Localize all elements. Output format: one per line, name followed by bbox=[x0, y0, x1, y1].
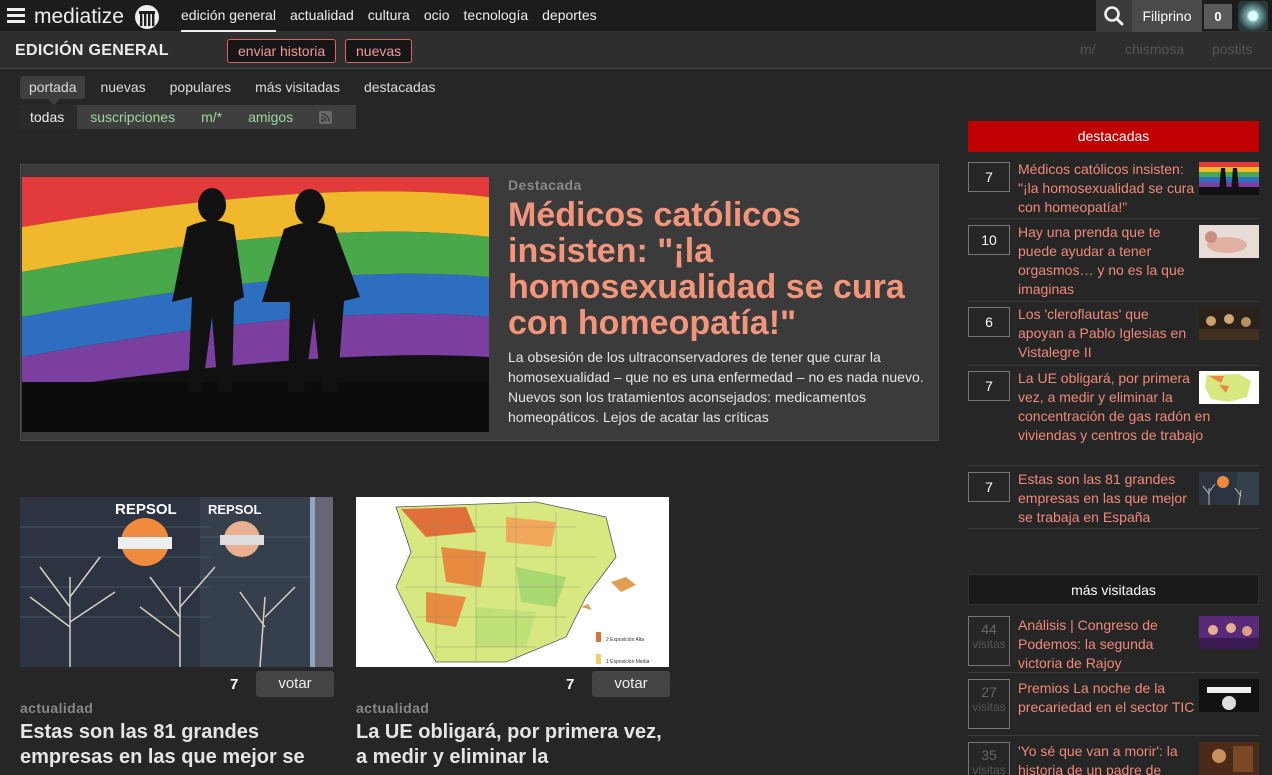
vote-count: 7 bbox=[968, 472, 1010, 502]
visit-count: 27 visitas bbox=[968, 679, 1010, 729]
site-logo[interactable]: mediatize bbox=[34, 5, 124, 29]
sidebar-thumbnail[interactable] bbox=[1199, 225, 1259, 258]
sidebar-featured-item: 10 Hay una prenda que te puede ayudar a … bbox=[968, 223, 1259, 302]
avatar[interactable] bbox=[1238, 1, 1268, 31]
sidebar-thumbnail[interactable] bbox=[1199, 616, 1259, 649]
section-bar: EDICIÓN GENERAL enviar historia nuevas m… bbox=[0, 32, 1272, 69]
visit-number: 35 bbox=[981, 747, 997, 763]
tab-portada[interactable]: portada bbox=[20, 76, 86, 99]
vote-count: 7 bbox=[968, 162, 1010, 192]
view-tabs: portada nuevas populares más visitadas d… bbox=[20, 76, 445, 99]
logo-icon[interactable] bbox=[134, 4, 160, 30]
sidebar-featured-item: 7 Médicos católicos insisten: "¡la homos… bbox=[968, 160, 1259, 219]
nav-tecnologia[interactable]: tecnología bbox=[464, 0, 529, 32]
subtab-suscripciones[interactable]: suscripciones bbox=[77, 105, 188, 129]
sidebar-visited-heading[interactable]: más visitadas bbox=[968, 574, 1259, 605]
subtab-todas[interactable]: todas bbox=[17, 105, 78, 129]
story-title[interactable]: Estas son las 81 grandes empresas en las… bbox=[20, 720, 333, 770]
subtab-m[interactable]: m/* bbox=[188, 105, 235, 129]
sidebar-item-title[interactable]: Hay una prenda que te puede ayudar a ten… bbox=[1018, 223, 1196, 299]
story-card: 2 Exposición Alta 1 Exposición Media 7 v… bbox=[356, 497, 670, 768]
story-card: REPSOL REPSOL 7 votar actualidad Estas s… bbox=[20, 497, 334, 768]
sidebar-thumbnail[interactable] bbox=[1199, 307, 1259, 340]
sidebar-item-title[interactable]: La UE obligará, por primera vez, a medir… bbox=[1018, 369, 1218, 445]
visit-unit: visitas bbox=[972, 700, 1006, 714]
main-nav: edición general actualidad cultura ocio … bbox=[181, 0, 597, 32]
map-legend-high: 2 Exposición Alta bbox=[606, 637, 644, 643]
top-navbar: mediatize edición general actualidad cul… bbox=[0, 0, 1272, 32]
sidebar-featured-heading[interactable]: destacadas bbox=[968, 121, 1259, 152]
sidebar-visited-item: 44 visitas Análisis | Congreso de Podemo… bbox=[968, 614, 1259, 673]
sub-link-m[interactable]: m/ bbox=[1080, 41, 1096, 57]
tab-nuevas[interactable]: nuevas bbox=[91, 76, 154, 99]
story-category[interactable]: actualidad bbox=[356, 700, 429, 716]
nav-cultura[interactable]: cultura bbox=[368, 0, 410, 32]
visit-unit: visitas bbox=[972, 763, 1006, 775]
visit-number: 27 bbox=[981, 684, 997, 700]
sidebar-thumbnail[interactable] bbox=[1199, 679, 1259, 712]
filter-subtabs: todas suscripciones m/* amigos bbox=[17, 105, 356, 129]
visit-count: 35 visitas bbox=[968, 742, 1010, 775]
svg-text:REPSOL: REPSOL bbox=[115, 501, 177, 518]
vote-button[interactable]: votar bbox=[256, 671, 334, 697]
story-title[interactable]: La UE obligará, por primera vez, a medir… bbox=[356, 720, 669, 770]
vote-count: 7 bbox=[566, 676, 575, 693]
menu-icon[interactable] bbox=[7, 8, 25, 23]
subtab-amigos[interactable]: amigos bbox=[235, 105, 306, 129]
sidebar-item-title[interactable]: Médicos católicos insisten: "¡la homosex… bbox=[1018, 160, 1196, 217]
user-menu[interactable]: Filiprino bbox=[1132, 0, 1202, 32]
vote-count: 7 bbox=[230, 676, 239, 693]
nav-ocio[interactable]: ocio bbox=[424, 0, 450, 32]
visit-number: 44 bbox=[981, 621, 997, 637]
tab-mas-visitadas[interactable]: más visitadas bbox=[246, 76, 349, 99]
sub-link-chismosa[interactable]: chismosa bbox=[1125, 41, 1184, 57]
rss-icon[interactable] bbox=[319, 110, 333, 124]
vote-count: 10 bbox=[968, 225, 1010, 255]
svg-text:REPSOL: REPSOL bbox=[208, 502, 262, 517]
sidebar-featured-item: 7 La UE obligará, por primera vez, a med… bbox=[968, 369, 1259, 466]
nav-deportes[interactable]: deportes bbox=[542, 0, 596, 32]
visit-unit: visitas bbox=[972, 637, 1006, 651]
sidebar-thumbnail[interactable] bbox=[1199, 472, 1259, 505]
sidebar-visited-item: 27 visitas Premios La noche de la precar… bbox=[968, 677, 1259, 736]
nav-edicion-general[interactable]: edición general bbox=[181, 0, 276, 32]
sidebar-thumbnail[interactable] bbox=[1199, 742, 1259, 775]
search-button[interactable] bbox=[1096, 0, 1132, 32]
sidebar-item-title[interactable]: Estas son las 81 grandes empresas en las… bbox=[1018, 470, 1196, 527]
sidebar-item-title[interactable]: Los 'cleroflautas' que apoyan a Pablo Ig… bbox=[1018, 305, 1196, 362]
page-title: EDICIÓN GENERAL bbox=[15, 42, 169, 59]
vote-button[interactable]: votar bbox=[592, 671, 670, 697]
story-category[interactable]: actualidad bbox=[20, 700, 93, 716]
new-stories-button[interactable]: nuevas bbox=[345, 39, 413, 63]
visit-count: 44 visitas bbox=[968, 616, 1010, 666]
notification-count[interactable]: 0 bbox=[1204, 4, 1232, 29]
map-legend-medium: 1 Exposición Media bbox=[606, 659, 650, 665]
featured-image[interactable] bbox=[22, 177, 489, 432]
featured-summary: La obsesión de los ultraconservadores de… bbox=[508, 349, 924, 425]
nav-actualidad[interactable]: actualidad bbox=[290, 0, 354, 32]
tab-destacadas[interactable]: destacadas bbox=[355, 76, 445, 99]
vote-count: 7 bbox=[968, 371, 1010, 401]
sidebar-item-title[interactable]: Premios La noche de la precariedad en el… bbox=[1018, 679, 1196, 717]
featured-title[interactable]: Médicos católicos insisten: "¡la homosex… bbox=[508, 197, 933, 341]
sidebar-item-title[interactable]: Análisis | Congreso de Podemos: la segun… bbox=[1018, 616, 1196, 673]
vote-count: 6 bbox=[968, 307, 1010, 337]
story-image[interactable]: 2 Exposición Alta 1 Exposición Media bbox=[356, 497, 669, 667]
sidebar-thumbnail[interactable] bbox=[1199, 371, 1259, 404]
sidebar-featured-item: 7 Estas son las 81 grandes empresas en l… bbox=[968, 470, 1259, 529]
submit-story-button[interactable]: enviar historia bbox=[227, 39, 337, 63]
tab-populares[interactable]: populares bbox=[161, 76, 241, 99]
sidebar-featured-item: 6 Los 'cleroflautas' que apoyan a Pablo … bbox=[968, 305, 1259, 366]
search-icon bbox=[1104, 6, 1124, 26]
sidebar-visited-item: 35 visitas 'Yo sé que van a morir': la h… bbox=[968, 740, 1259, 775]
sub-link-postits[interactable]: postits bbox=[1212, 41, 1252, 57]
featured-story: Destacada Médicos católicos insisten: "¡… bbox=[20, 164, 939, 441]
sidebar-thumbnail[interactable] bbox=[1199, 162, 1259, 195]
featured-kicker: Destacada bbox=[508, 177, 582, 193]
sidebar-item-title[interactable]: 'Yo sé que van a morir': la historia de … bbox=[1018, 742, 1196, 775]
story-image[interactable]: REPSOL REPSOL bbox=[20, 497, 333, 667]
